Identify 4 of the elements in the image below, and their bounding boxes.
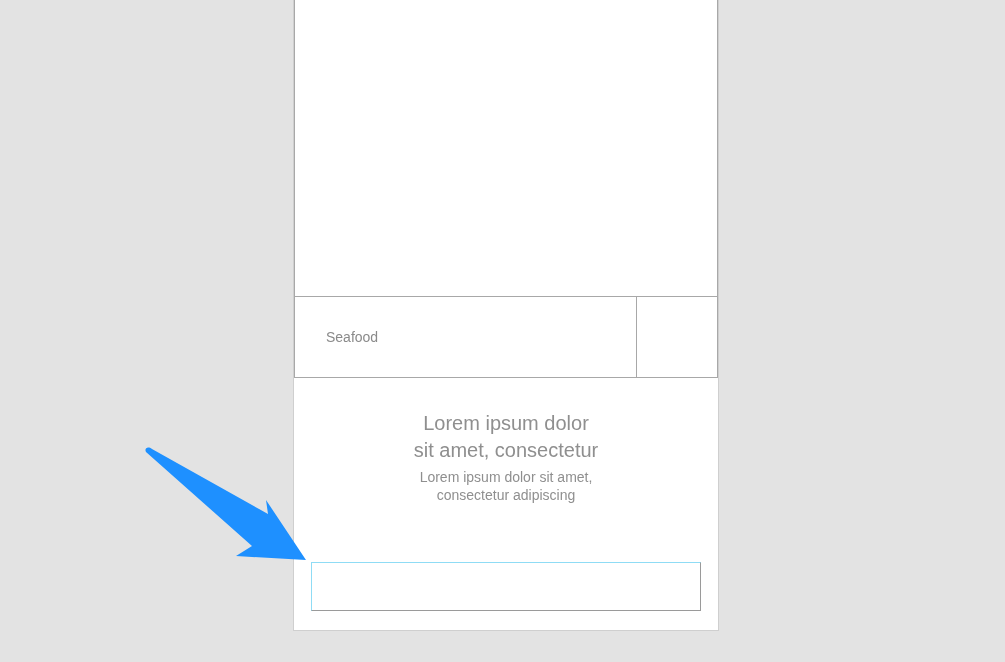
category-label: Seafood [295,297,637,377]
input-field[interactable] [311,562,701,611]
card-title: Lorem ipsum dolor sit amet, consectetur [413,411,599,463]
card-subtitle: Lorem ipsum dolor sit amet, consectetur adipiscing [419,468,593,504]
